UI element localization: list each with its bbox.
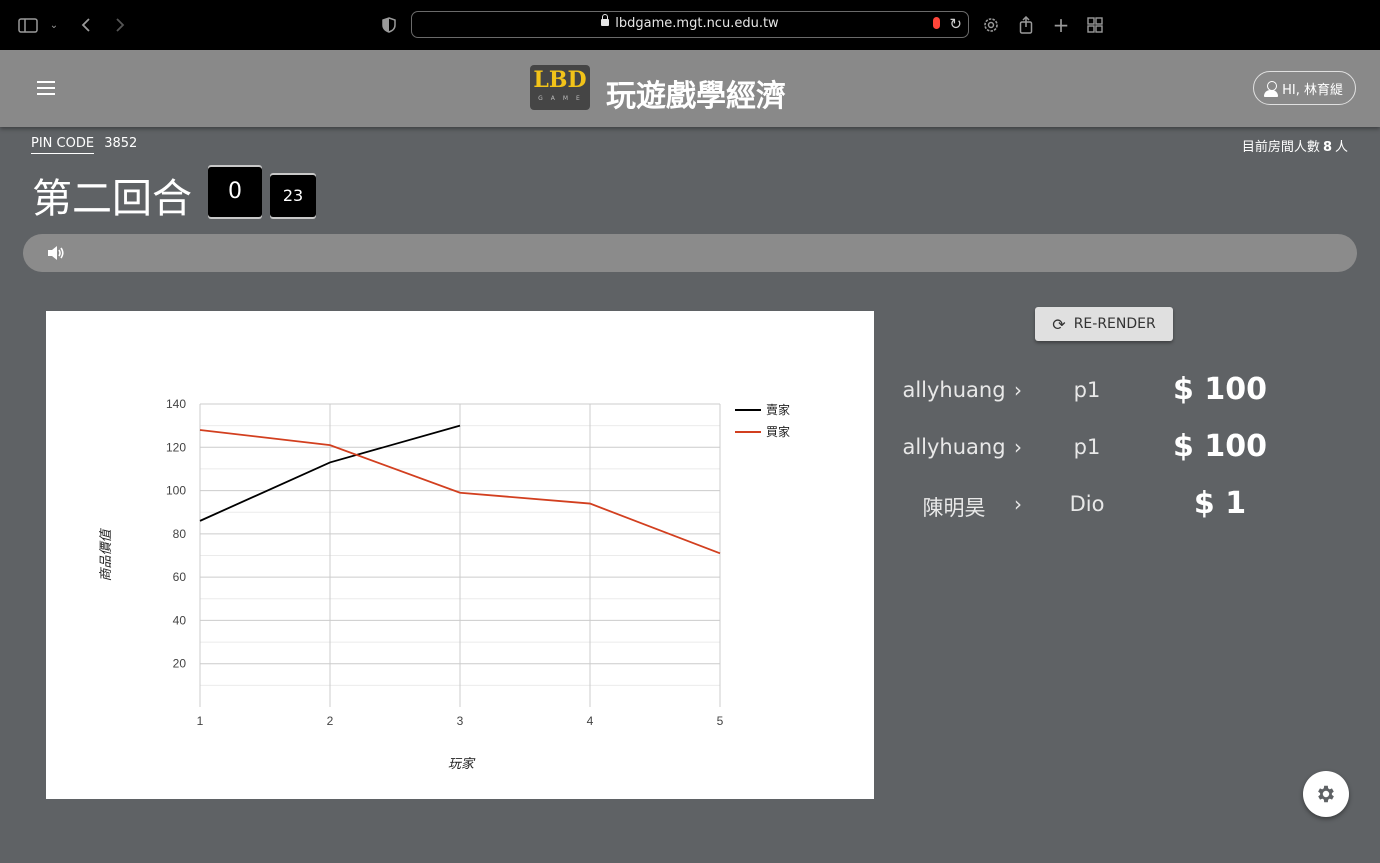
pin-value: 3852 xyxy=(104,136,138,151)
y-tick-label: 20 xyxy=(173,657,187,671)
legend-label: 賣家 xyxy=(766,402,790,417)
sync-icon: ⟳ xyxy=(1052,314,1066,334)
chevron-down-icon[interactable]: ⌄ xyxy=(42,13,66,37)
x-tick-label: 3 xyxy=(457,714,464,728)
trade-buyer: Dio xyxy=(1069,492,1105,516)
app-header: LBD GAME 玩遊戲學經濟 HI, 林育緹 xyxy=(0,50,1380,127)
trade-price: $ 100 xyxy=(1173,372,1267,407)
y-tick-label: 80 xyxy=(173,527,187,541)
y-tick-label: 140 xyxy=(166,397,186,411)
back-icon[interactable] xyxy=(74,13,98,37)
trade-row: allyhuang › p1 $ 100 xyxy=(890,368,1310,425)
trade-row: 陳明昊 › Dio $ 1 xyxy=(890,482,1310,539)
trade-seller: allyhuang xyxy=(902,435,1006,459)
x-tick-label: 5 xyxy=(717,714,724,728)
logo-subtext: GAME xyxy=(538,95,588,102)
chevron-right-icon: › xyxy=(1014,492,1022,516)
chevron-right-icon: › xyxy=(1014,378,1022,402)
re-render-button[interactable]: ⟳ RE-RENDER xyxy=(1035,307,1173,341)
x-axis-title: 玩家 xyxy=(448,756,476,772)
audio-player[interactable] xyxy=(23,234,1357,272)
pin-label: PIN CODE xyxy=(31,136,95,154)
trade-buyer: p1 xyxy=(1073,435,1101,459)
pin-code: PIN CODE 3852 xyxy=(31,136,138,154)
trade-row: allyhuang › p1 $ 100 xyxy=(890,425,1310,482)
forward-icon[interactable] xyxy=(108,13,132,37)
x-tick-label: 1 xyxy=(197,714,204,728)
chevron-right-icon: › xyxy=(1014,435,1022,459)
user-label: HI, 林育緹 xyxy=(1282,82,1343,98)
new-tab-icon[interactable]: + xyxy=(1049,13,1073,37)
price-chart: 20 40 60 80 100 120 140 1 2 3 4 5 玩家 商品價值 賣家買家 xyxy=(46,311,874,799)
trade-price: $ 100 xyxy=(1173,429,1267,464)
x-tick-label: 4 xyxy=(587,714,594,728)
x-tick-label: 2 xyxy=(327,714,334,728)
share-icon[interactable] xyxy=(1014,13,1038,37)
timer-minutes: 0 xyxy=(208,167,262,217)
y-tick-label: 120 xyxy=(166,440,186,454)
menu-icon[interactable] xyxy=(37,81,55,95)
trade-price: $ 1 xyxy=(1193,486,1247,521)
user-menu-button[interactable]: HI, 林育緹 xyxy=(1253,71,1356,105)
lbd-logo[interactable]: LBD GAME xyxy=(530,65,590,110)
person-icon xyxy=(1264,80,1279,97)
y-tick-label: 100 xyxy=(166,484,186,498)
count-suffix: 人 xyxy=(1334,140,1348,155)
privacy-shield-icon[interactable] xyxy=(377,13,401,37)
gear-icon xyxy=(1318,785,1334,803)
re-render-label: RE-RENDER xyxy=(1073,316,1156,332)
y-tick-label: 60 xyxy=(173,570,187,584)
microphone-icon[interactable] xyxy=(933,17,940,29)
reload-icon[interactable]: ↻ xyxy=(949,15,962,33)
url-text: lbdgame.mgt.ncu.edu.tw xyxy=(615,16,779,31)
round-title: 第二回合 xyxy=(32,176,192,222)
lock-icon xyxy=(601,14,610,26)
chart-svg: 20 40 60 80 100 120 140 1 2 3 4 5 玩家 商品價值 賣家買家 xyxy=(99,397,790,772)
address-bar[interactable]: lbdgame.mgt.ncu.edu.tw ↻ xyxy=(411,11,969,38)
legend-label: 買家 xyxy=(766,424,790,439)
timer-seconds: 23 xyxy=(270,175,316,217)
trade-buyer: p1 xyxy=(1073,378,1101,402)
app-title: 玩遊戲學經濟 xyxy=(606,79,786,114)
count-value: 8 xyxy=(1322,140,1332,155)
sidebar-toggle-icon[interactable] xyxy=(16,13,40,37)
trade-list: allyhuang › p1 $ 100 allyhuang › p1 $ 10… xyxy=(890,368,1310,539)
settings-gear-icon[interactable] xyxy=(979,13,1003,37)
settings-button[interactable] xyxy=(1303,771,1349,817)
room-player-count: 目前房間人數 8 人 xyxy=(1242,136,1348,155)
count-prefix: 目前房間人數 xyxy=(1241,140,1320,155)
tab-overview-icon[interactable] xyxy=(1083,13,1107,37)
trade-seller: allyhuang xyxy=(902,378,1006,402)
browser-toolbar: ⌄ lbdgame.mgt.ncu.edu.tw ↻ + xyxy=(0,0,1380,50)
logo-text: LBD xyxy=(533,67,587,93)
trade-seller: 陳明昊 xyxy=(922,496,986,520)
speaker-icon[interactable] xyxy=(47,245,65,261)
y-axis-title: 商品價值 xyxy=(99,528,114,582)
y-tick-label: 40 xyxy=(173,613,187,627)
